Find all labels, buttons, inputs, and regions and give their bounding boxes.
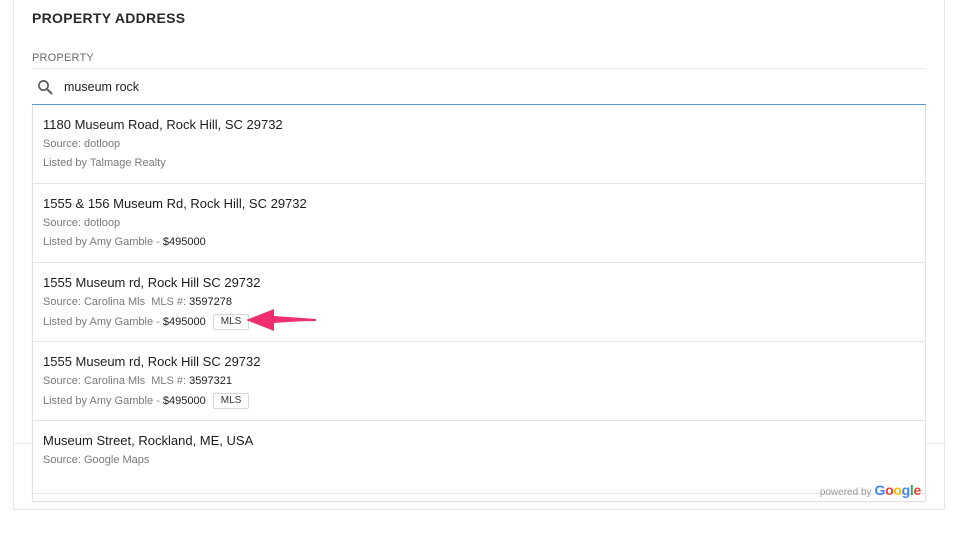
suggestion-address: 1180 Museum Road, Rock Hill, SC 29732 [43,117,283,132]
suggestion-address: Museum Street, Rockland, ME, USA [43,433,254,448]
label-divider [32,68,926,69]
suggestion-source: Source: Carolina Mls MLS #: 3597321 [43,375,232,387]
suggestion-listing: Listed by Amy Gamble - $495000 [43,236,206,248]
mls-number: 3597321 [189,375,232,387]
property-search-input[interactable] [64,77,764,97]
listing-price: $495000 [162,236,206,248]
mls-number: 3597278 [189,296,232,308]
suggestion-source: Source: Google Maps [43,454,150,466]
address-suggestions-dropdown: 1180 Museum Road, Rock Hill, SC 29732 So… [32,105,926,502]
suggestion-address: 1555 Museum rd, Rock Hill SC 29732 [43,354,261,369]
powered-by-google: powered by Google [819,482,922,498]
suggestion-item[interactable]: Museum Street, Rockland, ME, USA Source:… [33,421,925,494]
suggestion-source: Source: dotloop [43,217,121,229]
listing-price: $495000 [162,316,206,328]
suggestion-listing: Listed by Amy Gamble - $495000 MLS [43,393,925,409]
google-logo: Google [874,482,922,498]
listing-price: $495000 [162,395,206,407]
suggestion-item[interactable]: 1555 Museum rd, Rock Hill SC 29732 Sourc… [33,263,925,342]
suggestion-address: 1555 Museum rd, Rock Hill SC 29732 [43,275,261,290]
suggestion-source: Source: dotloop [43,138,121,150]
suggestion-item[interactable]: 1180 Museum Road, Rock Hill, SC 29732 So… [33,105,925,184]
property-search-field[interactable] [32,72,926,105]
mls-badge: MLS [212,393,250,409]
suggestion-address: 1555 & 156 Museum Rd, Rock Hill, SC 2973… [43,196,307,211]
suggestion-item[interactable]: 1555 Museum rd, Rock Hill SC 29732 Sourc… [33,342,925,421]
suggestion-listing: Listed by Talmage Realty [43,157,166,169]
suggestion-source: Source: Carolina Mls MLS #: 3597278 [43,296,232,308]
search-icon [37,79,53,95]
section-title: PROPERTY ADDRESS [32,10,186,26]
suggestion-listing: Listed by Amy Gamble - $495000 MLS [43,314,925,330]
suggestion-item[interactable]: 1555 & 156 Museum Rd, Rock Hill, SC 2973… [33,184,925,263]
property-field-label: PROPERTY [32,52,94,64]
annotation-arrow-icon [246,309,316,331]
